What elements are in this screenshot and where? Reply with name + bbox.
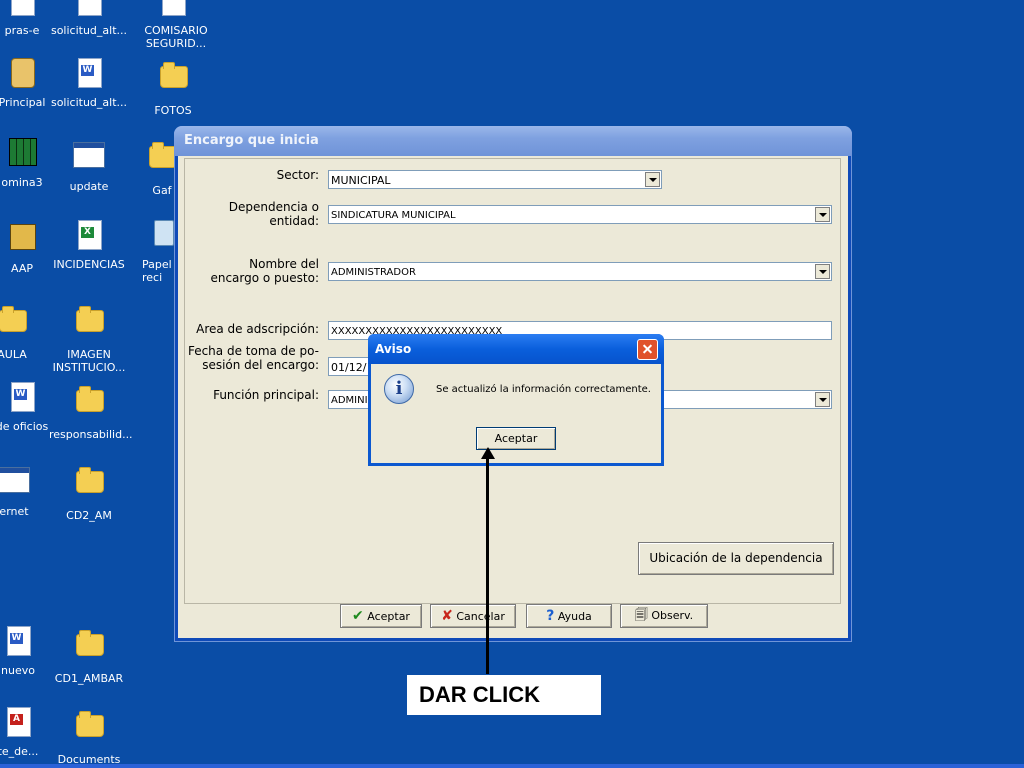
cancel-x-icon: ✘ — [441, 608, 453, 624]
desktop-icon[interactable]: IMAGEN INSTITUCIO... — [49, 302, 129, 374]
folder-icon — [157, 62, 189, 98]
excel-document-icon: X — [73, 220, 105, 252]
folder-icon — [73, 386, 105, 422]
document-icon — [157, 0, 189, 18]
sector-select[interactable]: MUNICIPAL — [328, 170, 662, 189]
info-icon: i — [384, 374, 414, 404]
taskbar — [0, 764, 1024, 768]
document-icon — [73, 0, 105, 18]
observ-button[interactable]: 🗐 Observ. — [620, 604, 708, 628]
desktop-icon[interactable]: Papel reci — [130, 220, 174, 284]
chevron-down-icon[interactable] — [815, 264, 830, 279]
desktop-icon[interactable]: FOTOS — [133, 58, 213, 117]
annotation-arrow-line — [486, 456, 489, 674]
desktop-icon[interactable]: responsabilid... — [49, 382, 133, 441]
word-document-icon: W — [6, 382, 38, 414]
dialog-title: Aviso — [375, 342, 412, 356]
notes-icon: 🗐 — [634, 608, 648, 623]
desktop-icon[interactable]: Documents — [49, 707, 129, 766]
folder-icon — [73, 711, 105, 747]
area-label: Area de adscripción: — [196, 322, 319, 336]
checkmark-icon: ✔ — [352, 608, 364, 624]
close-icon[interactable] — [637, 339, 658, 360]
chevron-down-icon[interactable] — [815, 207, 830, 222]
word-document-icon: W — [73, 58, 105, 90]
word-document-icon: W — [2, 626, 34, 658]
nombre-label: Nombre del encargo o puesto: — [210, 257, 319, 285]
internet-shortcut-icon — [0, 467, 30, 499]
chevron-down-icon[interactable] — [645, 172, 660, 187]
pdf-document-icon: A — [2, 707, 34, 739]
desktop-icon[interactable]: X INCIDENCIAS — [49, 220, 129, 271]
dialog-titlebar[interactable]: Aviso — [368, 334, 664, 364]
funcion-value: ADMINI — [331, 395, 368, 406]
aviso-dialog: Aviso i Se actualizó la información corr… — [368, 334, 664, 466]
folder-icon — [73, 467, 105, 503]
dialog-body: i Se actualizó la información correctame… — [371, 364, 661, 463]
cancelar-button[interactable]: ✘ Cancelar — [430, 604, 516, 628]
window-titlebar[interactable]: Encargo que inicia — [174, 126, 852, 156]
dependencia-value: SINDICATURA MUNICIPAL — [331, 210, 456, 221]
ayuda-button[interactable]: ? Ayuda — [526, 604, 612, 628]
annotation-callout: DAR CLICK — [407, 675, 601, 715]
desktop-icon[interactable]: ernet — [0, 463, 54, 518]
desktop-icon[interactable]: solicitud_alt... — [49, 0, 129, 37]
nombre-select[interactable]: ADMINISTRADOR — [328, 262, 832, 281]
grid-app-icon — [6, 138, 38, 170]
fecha-value: 01/12/ — [331, 361, 367, 374]
folder-icon — [0, 306, 28, 342]
desktop-icon[interactable]: update — [49, 138, 129, 193]
window-icon — [73, 142, 105, 174]
ubicacion-dependencia-button[interactable]: Ubicación de la dependencia — [638, 542, 834, 575]
dialog-message: Se actualizó la información correctament… — [436, 384, 651, 395]
chevron-down-icon[interactable] — [815, 392, 830, 407]
desktop-icon[interactable]: AULA — [0, 302, 52, 361]
document-icon — [6, 0, 38, 18]
sector-value: MUNICIPAL — [331, 174, 391, 187]
app-icon — [6, 224, 38, 256]
window-title: Encargo que inicia — [184, 133, 319, 148]
app-icon — [6, 58, 38, 90]
nombre-value: ADMINISTRADOR — [331, 267, 416, 278]
desktop-icon[interactable]: Wsolicitud_alt... — [49, 58, 129, 109]
dependencia-label: Dependencia o entidad: — [228, 200, 319, 228]
fecha-label: Fecha de toma de po- sesión del encargo: — [187, 344, 319, 372]
desktop-icon[interactable]: COMISARIO SEGURID... — [133, 0, 213, 50]
desktop-icon[interactable]: CD1_AMBAR — [49, 626, 129, 685]
desktop-icon[interactable]: CD2_AM — [49, 463, 129, 522]
question-mark-icon: ? — [546, 608, 555, 624]
sector-label: Sector: — [276, 168, 319, 182]
folder-icon — [73, 306, 105, 342]
dependencia-select[interactable]: SINDICATURA MUNICIPAL — [328, 205, 832, 224]
funcion-label: Función principal: — [213, 388, 319, 402]
folder-icon — [73, 630, 105, 666]
aceptar-button[interactable]: ✔ Aceptar — [340, 604, 422, 628]
